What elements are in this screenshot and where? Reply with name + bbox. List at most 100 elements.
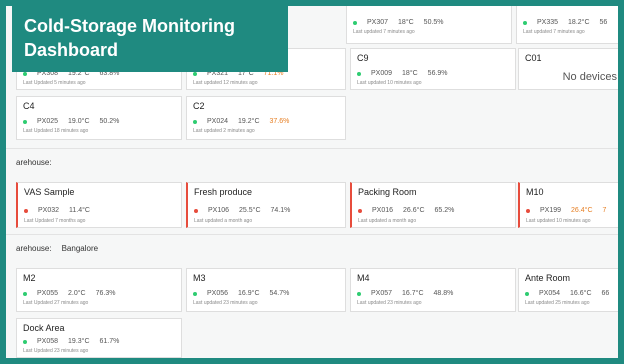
last-updated: Last updated 23 minutes ago (357, 300, 422, 306)
device-card[interactable]: PX307 18°C 50.5% Last updated 7 minutes ag… (346, 6, 512, 44)
title-line-2: Dashboard (24, 40, 119, 60)
status-dot-icon (23, 291, 27, 296)
device-reading: PX056 16.9°C 54.7% (193, 290, 289, 297)
last-updated: Last updated a month ago (194, 218, 253, 224)
temperature: 25.5°C (239, 207, 261, 214)
humidity: 56 (599, 19, 608, 26)
last-updated: Last updated a month ago (358, 218, 417, 224)
room-title: Ante Room (525, 273, 571, 283)
humidity: 66 (601, 290, 610, 297)
room-card[interactable]: C9 PX009 18°C 56.9% Last updated 10 minute… (350, 48, 516, 90)
temperature: 19.3°C (68, 338, 90, 345)
device-card[interactable]: PX335 18.2°C 56 Last updated 7 minutes ago (516, 6, 618, 44)
last-updated: Last Updated 23 minutes ago (23, 348, 89, 354)
status-dot-icon (353, 20, 357, 25)
room-card[interactable]: VAS Sample PX032 11.4°C Last Updated 7 mo… (16, 182, 182, 228)
status-dot-icon (23, 71, 27, 76)
temperature: 18°C (398, 19, 414, 26)
device-reading: PX307 18°C 50.5% (353, 19, 444, 26)
status-dot-icon (357, 71, 361, 76)
device-reading: PX335 18.2°C 56 (523, 19, 607, 26)
temperature: 16.9°C (238, 290, 260, 297)
temperature: 19.0°C (68, 118, 90, 125)
device-id: PX057 (371, 290, 393, 297)
device-id: PX199 (540, 207, 562, 214)
room-title: C2 (193, 101, 205, 111)
room-card[interactable]: Fresh produce PX106 25.5°C 74.1% Last upda… (186, 182, 346, 228)
temperature: 26.6°C (403, 207, 425, 214)
device-id: PX009 (371, 70, 393, 77)
temperature: 16.6°C (570, 290, 592, 297)
status-dot-icon (23, 339, 27, 344)
warehouse-label: arehouse: (16, 158, 52, 167)
status-dot-icon (193, 291, 197, 296)
device-id: PX024 (207, 118, 229, 125)
temperature: 16.7°C (402, 290, 424, 297)
humidity: 56.9% (427, 70, 448, 77)
room-title: M3 (193, 273, 206, 283)
section-divider (6, 234, 618, 235)
status-dot-icon (194, 208, 198, 213)
last-updated: Last updated 10 minutes ago (526, 218, 591, 224)
status-dot-icon (357, 291, 361, 296)
device-reading: PX055 2.0°C 76.3% (23, 290, 115, 297)
no-devices-text: No devices (562, 71, 617, 83)
room-title: Packing Room (358, 187, 417, 197)
room-card[interactable]: C2 PX024 19.2°C 37.6% Last updated 2 minut… (186, 96, 346, 140)
humidity: 65.2% (434, 207, 455, 214)
warehouse-city: Bangalore (61, 244, 99, 253)
temperature: 11.4°C (69, 207, 90, 214)
room-title: M4 (357, 273, 370, 283)
last-updated: Last updated 7 minutes ago (353, 29, 415, 35)
room-title: C4 (23, 101, 35, 111)
last-updated: Last updated 7 minutes ago (523, 29, 585, 35)
device-reading: PX024 19.2°C 37.6% (193, 118, 289, 125)
device-id: PX016 (372, 207, 394, 214)
humidity: 50.2% (99, 118, 120, 125)
status-dot-icon (193, 71, 197, 76)
room-card[interactable]: M10 PX199 26.4°C 7 Last updated 10 minutes… (518, 182, 618, 228)
warehouse-label-text: arehouse: (16, 244, 52, 253)
device-id: PX032 (38, 207, 60, 214)
device-reading: PX032 11.4°C (24, 207, 90, 214)
device-reading: PX016 26.6°C 65.2% (358, 207, 454, 214)
device-id: PX055 (37, 290, 59, 297)
room-card[interactable]: M4 PX057 16.7°C 48.8% Last updated 23 minu… (350, 268, 516, 312)
temperature: 18°C (402, 70, 418, 77)
room-title: M2 (23, 273, 36, 283)
room-card[interactable]: M2 PX055 2.0°C 76.3% Last Updated 27 minut… (16, 268, 182, 312)
last-updated: Last updated 12 minutes ago (193, 80, 258, 86)
device-id: PX058 (37, 338, 59, 345)
device-id: PX307 (367, 19, 389, 26)
title-line-1: Cold-Storage Monitoring (24, 16, 235, 36)
room-card[interactable]: Ante Room PX054 16.6°C 66 Last updated 25 … (518, 268, 618, 312)
humidity: 37.6% (269, 118, 290, 125)
temperature: 19.2°C (238, 118, 260, 125)
room-title: VAS Sample (24, 187, 75, 197)
last-updated: Last updated 23 minutes ago (193, 300, 258, 306)
device-reading: PX057 16.7°C 48.8% (357, 290, 453, 297)
humidity: 54.7% (269, 290, 290, 297)
room-card[interactable]: M3 PX056 16.9°C 54.7% Last updated 23 minu… (186, 268, 346, 312)
device-reading: PX058 19.3°C 61.7% (23, 338, 119, 345)
status-dot-icon (525, 291, 529, 296)
device-reading: PX199 26.4°C 7 (526, 207, 606, 214)
humidity: 50.5% (423, 19, 444, 26)
temperature: 26.4°C (571, 207, 593, 214)
room-card[interactable]: Packing Room PX016 26.6°C 65.2% Last updat… (350, 182, 516, 228)
device-reading: PX054 16.6°C 66 (525, 290, 609, 297)
humidity: 61.7% (99, 338, 120, 345)
section-divider (6, 148, 618, 149)
status-dot-icon (523, 20, 527, 25)
last-updated: Last Updated 18 minutes ago (23, 128, 89, 134)
status-dot-icon (193, 119, 197, 124)
status-dot-icon (23, 119, 27, 124)
room-card[interactable]: Dock Area PX058 19.3°C 61.7% Last Updated … (16, 318, 182, 358)
room-title: C01 (525, 53, 542, 63)
room-card[interactable]: C4 PX025 19.0°C 50.2% Last Updated 18 minu… (16, 96, 182, 140)
room-card[interactable]: C01 No devices (518, 48, 618, 90)
humidity: 7 (602, 207, 607, 214)
humidity: 48.8% (433, 290, 454, 297)
humidity: 76.3% (95, 290, 116, 297)
device-id: PX054 (539, 290, 561, 297)
